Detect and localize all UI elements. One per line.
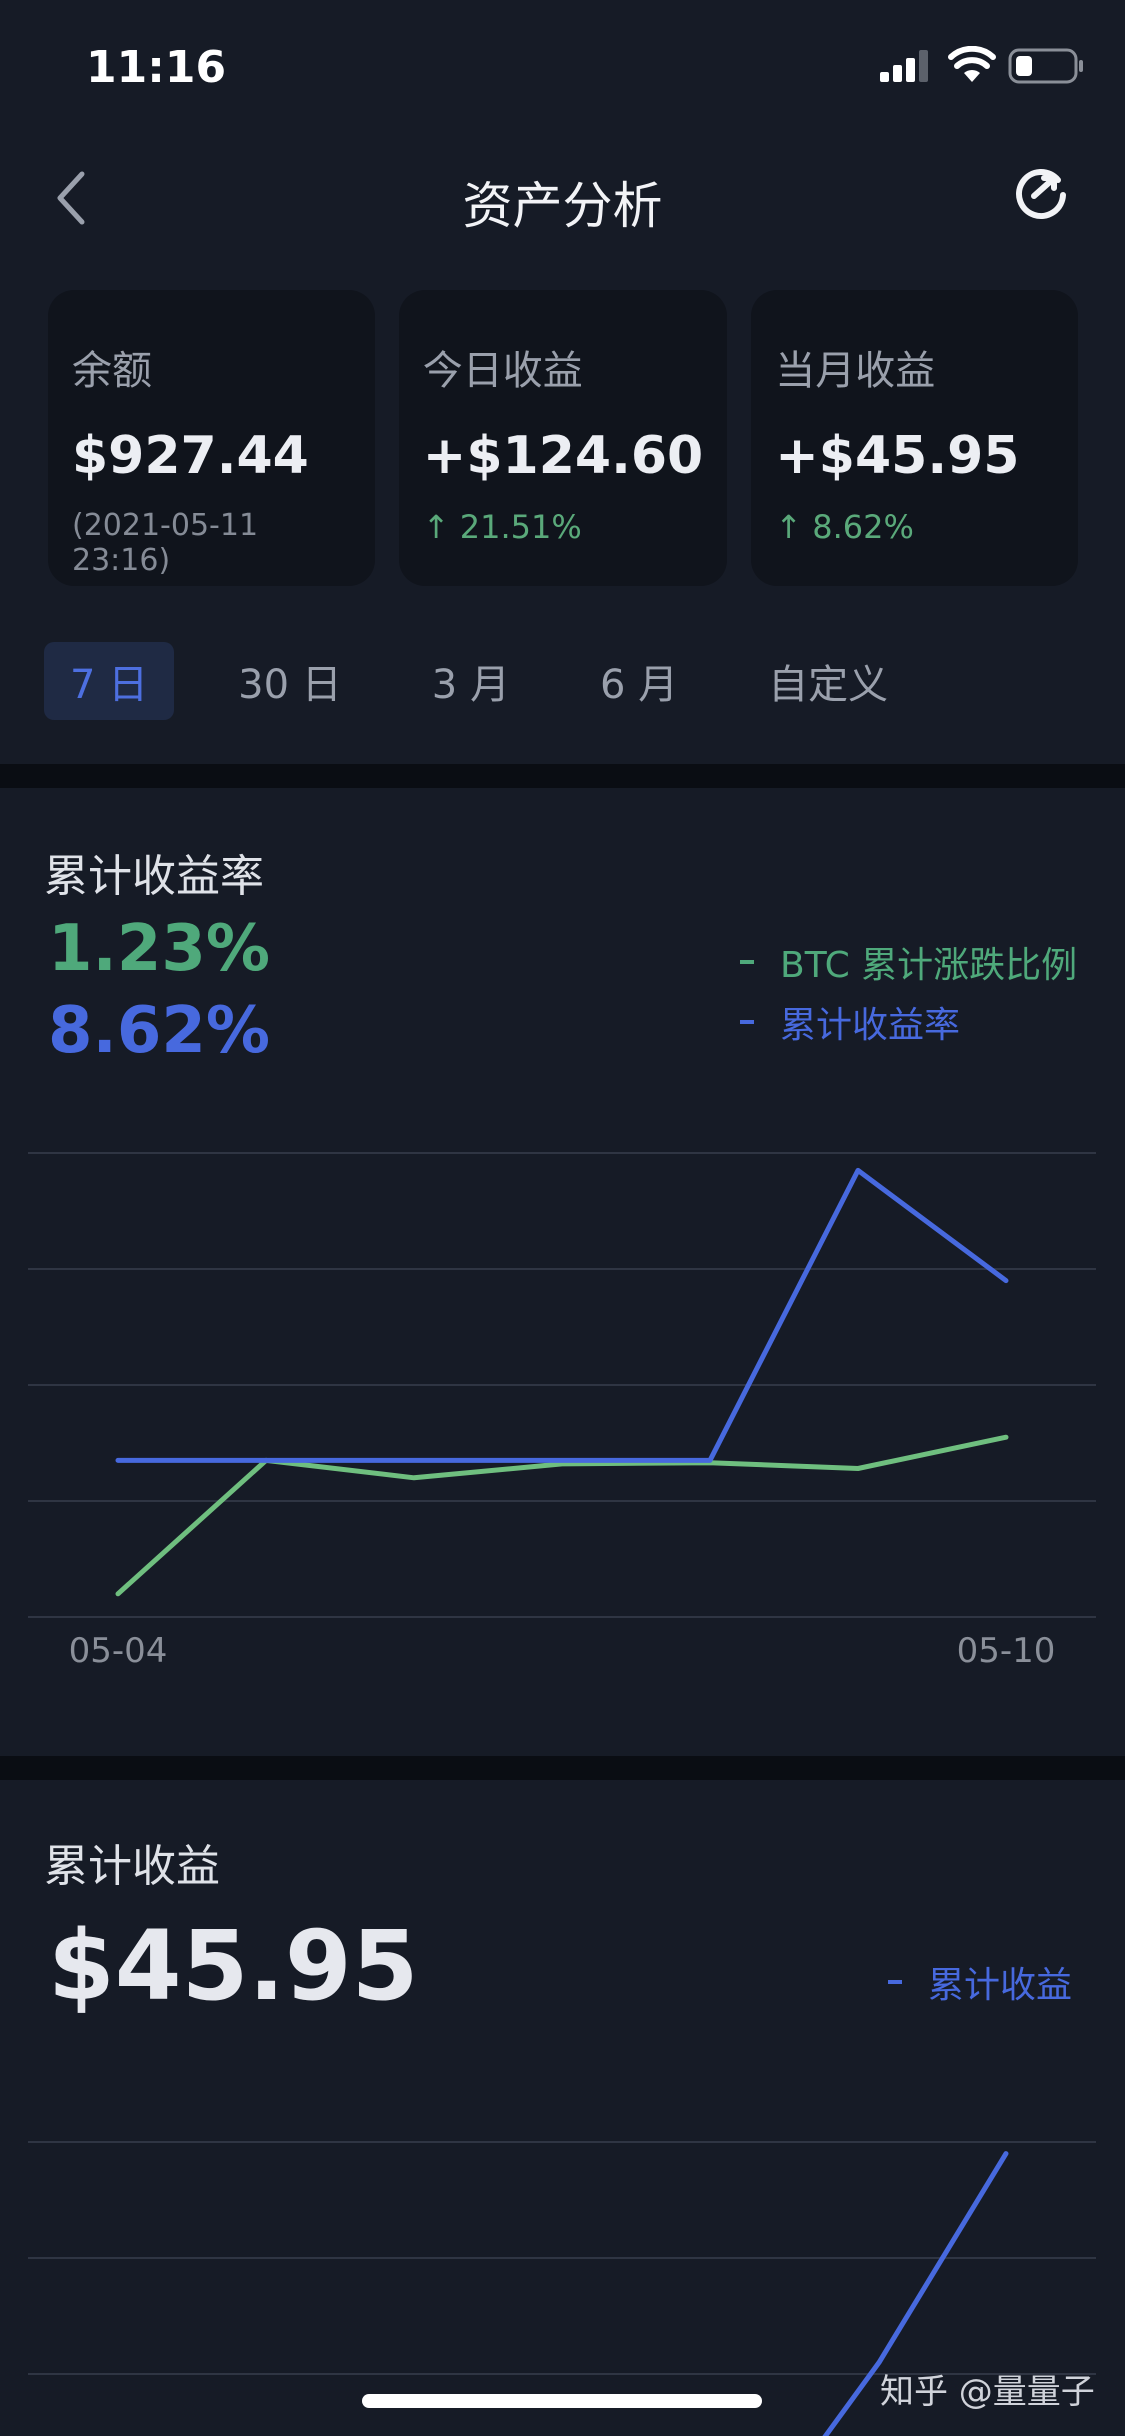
refresh-icon[interactable] — [1012, 166, 1070, 224]
today-profit-card: 今日收益 +$124.60 ↑ 21.51% — [398, 290, 728, 586]
wifi-icon — [948, 46, 996, 82]
legend-label: 累计收益 — [928, 1965, 1073, 2006]
legend-dash — [740, 1020, 754, 1024]
card-timestamp: (2021-05-11 23:16) — [72, 508, 259, 578]
legend-btc: BTC 累计涨跌比例 — [740, 936, 1077, 988]
legend-dash — [888, 1980, 902, 1984]
cellular-signal-icon — [880, 50, 928, 82]
stat-cards: 余额 $927.44 (2021-05-11 23:16) 今日收益 +$124… — [48, 290, 1079, 586]
profit-amount: $45.95 — [48, 1910, 419, 2022]
x-tick-label: 05-10 — [957, 1631, 1056, 1671]
legend-label: 累计收益率 — [780, 1005, 961, 1046]
series-line — [115, 1167, 1009, 1463]
card-value: +$45.95 — [775, 426, 1020, 486]
section-divider — [0, 1756, 1125, 1780]
legend-dash — [740, 960, 754, 964]
battery-icon — [1008, 48, 1083, 84]
month-profit-card: 当月收益 +$45.95 ↑ 8.62% — [751, 290, 1079, 586]
card-change: ↑ 21.51% — [422, 508, 582, 546]
tab-30d[interactable]: 30 日 — [212, 642, 368, 720]
return-rate-title: 累计收益率 — [44, 851, 264, 902]
return-rate-value: 8.62% — [48, 994, 271, 1068]
status-time: 11:16 — [86, 42, 227, 93]
watermark: 知乎 @量量子 — [880, 2372, 1095, 2412]
card-label: 今日收益 — [422, 348, 583, 394]
card-value: $927.44 — [72, 426, 309, 486]
card-change: ↑ 8.62% — [775, 508, 914, 546]
return-rate-chart: 05-04 05-10 — [28, 1152, 1096, 1671]
card-label: 余额 — [72, 348, 152, 394]
tab-6m[interactable]: 6 月 — [574, 642, 704, 720]
tab-3m[interactable]: 3 月 — [406, 642, 536, 720]
home-indicator[interactable] — [362, 2394, 762, 2408]
btc-change-value: 1.23% — [48, 912, 271, 986]
balance-card: 余额 $927.44 (2021-05-11 23:16) — [48, 290, 375, 586]
card-label: 当月收益 — [775, 348, 936, 394]
page-title: 资产分析 — [462, 177, 663, 235]
card-value: +$124.60 — [422, 426, 704, 486]
navigation-bar: 资产分析 — [0, 140, 1125, 250]
status-bar: 11:16 — [0, 0, 1125, 130]
asset-analysis-screen: 11:16 资产分析 余额 $927.44 (2021-05-11 23:16)… — [0, 0, 1125, 2436]
profit-title: 累计收益 — [44, 1841, 220, 1892]
legend-return-rate: 累计收益率 — [740, 996, 960, 1048]
x-tick-label: 05-04 — [69, 1631, 168, 1671]
section-divider — [0, 764, 1125, 788]
legend-profit: 累计收益 — [888, 1956, 1072, 2008]
tab-7d[interactable]: 7 日 — [44, 642, 175, 720]
legend-label: BTC 累计涨跌比例 — [780, 945, 1078, 986]
range-tabs: 7 日 30 日 3 月 6 月 自定义 — [44, 642, 952, 720]
tab-custom[interactable]: 自定义 — [742, 642, 914, 720]
